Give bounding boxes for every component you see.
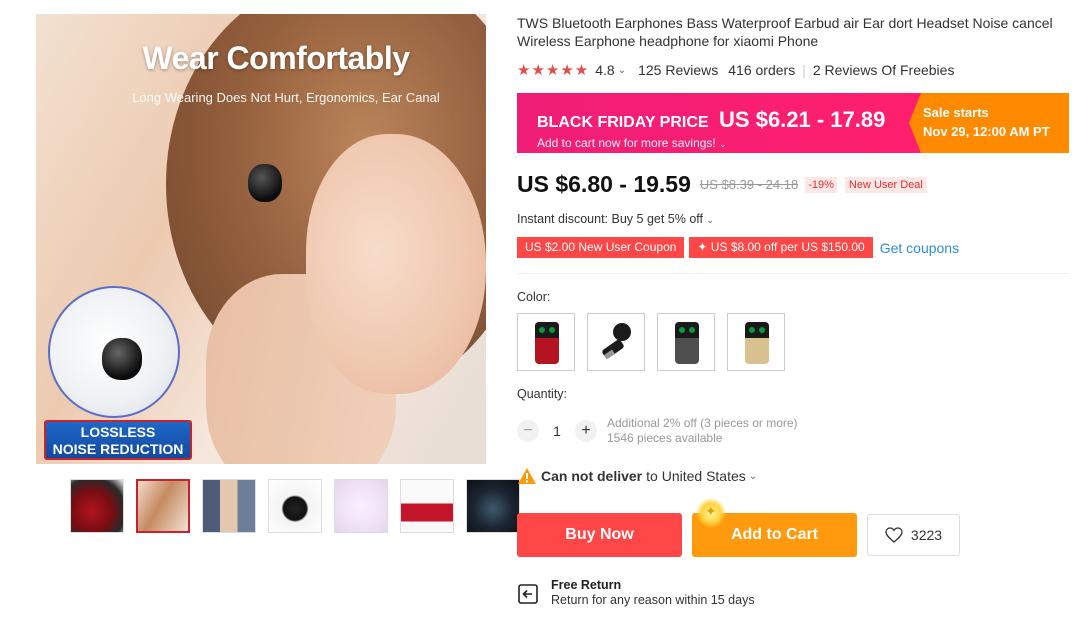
bf-subtext: Add to cart now for more savings! ⌄ [537, 136, 727, 150]
store-coupon[interactable]: ✦ US $8.00 off per US $150.00 [689, 237, 873, 258]
delivery-status[interactable]: Can not deliver to United States ⌄ [517, 467, 757, 485]
rating-value[interactable]: 4.8 [595, 62, 614, 78]
heart-icon [885, 527, 903, 543]
quantity-value[interactable]: 1 [539, 423, 575, 439]
original-price: US $8.39 - 24.18 [699, 177, 799, 192]
color-swatches [517, 313, 785, 371]
image-headline: Wear Comfortably [142, 40, 410, 76]
wishlist-button[interactable]: 3223 [867, 514, 960, 556]
single-earbud-icon [602, 323, 631, 360]
color-option-gold[interactable] [727, 313, 785, 371]
color-option-grey[interactable] [657, 313, 715, 371]
new-user-coupon[interactable]: US $2.00 New User Coupon [517, 237, 685, 258]
section-divider [517, 273, 1069, 274]
sale-starts-label: Sale starts [923, 105, 989, 120]
color-option-red[interactable] [517, 313, 575, 371]
freebie-reviews-link[interactable]: 2 Reviews Of Freebies [813, 62, 955, 78]
price-row: US $6.80 - 19.59 US $8.39 - 24.18 -19% N… [517, 171, 927, 198]
return-icon [518, 584, 538, 604]
chevron-down-icon[interactable]: ⌄ [719, 139, 727, 149]
rating-row: ★★★★★ 4.8 ⌄ 125 Reviews 416 orders | 2 R… [517, 61, 954, 79]
bf-label: BLACK FRIDAY PRICE [537, 114, 709, 131]
free-return-subtitle: Return for any reason within 15 days [551, 593, 755, 607]
thumb-dark-case[interactable] [466, 479, 520, 533]
quantity-decrease-button[interactable]: − [517, 420, 539, 442]
face-shape [306, 134, 486, 394]
wishlist-count: 3223 [910, 527, 943, 543]
additional-off-text: Additional 2% off (3 pieces or more) [607, 416, 798, 430]
divider: | [802, 62, 806, 78]
instant-discount[interactable]: Instant discount: Buy 5 get 5% off ⌄ [517, 212, 714, 226]
deliver-destination: to United States [646, 468, 746, 484]
bf-price-section: BLACK FRIDAY PRICE US $6.21 - 17.89 Add … [517, 93, 921, 153]
get-coupons-link[interactable]: Get coupons [880, 240, 959, 256]
discount-badge: -19% [805, 176, 837, 193]
quantity-stepper: − 1 + Additional 2% off (3 pieces or mor… [517, 416, 798, 446]
thumbnail-strip [70, 479, 520, 533]
color-option-single-earbud[interactable] [587, 313, 645, 371]
black-friday-banner: BLACK FRIDAY PRICE US $6.21 - 17.89 Add … [517, 93, 1069, 153]
earbud-closeup [102, 338, 142, 380]
quantity-increase-button[interactable]: + [575, 420, 597, 442]
free-return-info: Free Return Return for any reason within… [517, 578, 755, 607]
buy-now-button[interactable]: Buy Now [517, 513, 682, 557]
image-subline: Long Wearing Does Not Hurt, Ergonomics, … [132, 90, 440, 105]
orders-count: 416 orders [728, 62, 796, 78]
cannot-deliver-text: Can not deliver [541, 468, 643, 484]
new-user-deal-badge: New User Deal [844, 176, 927, 193]
star-rating-icon[interactable]: ★★★★★ [517, 61, 589, 79]
thumb-red-case[interactable] [70, 479, 124, 533]
earbud-in-ear [248, 164, 282, 202]
noise-reduction-badge: LOSSLESS NOISE REDUCTION [44, 420, 192, 460]
badge-line2: NOISE REDUCTION [52, 441, 184, 457]
thumb-earbud-closeup[interactable] [268, 479, 322, 533]
thumb-features[interactable] [334, 479, 388, 533]
warning-icon [518, 468, 536, 484]
pieces-available: 1546 pieces available [607, 431, 723, 445]
sparkle-icon: ✦ [696, 498, 726, 528]
badge-line1: LOSSLESS [80, 424, 156, 440]
thumb-wear-comfortably[interactable] [136, 479, 190, 533]
free-return-title: Free Return [551, 578, 622, 592]
coupon-row: US $2.00 New User Coupon ✦ US $8.00 off … [517, 237, 959, 258]
product-title: TWS Bluetooth Earphones Bass Waterproof … [517, 15, 1053, 49]
sale-starts-section: Sale starts Nov 29, 12:00 AM PT [909, 93, 1069, 153]
chevron-down-icon[interactable]: ⌄ [706, 215, 714, 225]
sale-starts-date: Nov 29, 12:00 AM PT [923, 124, 1050, 139]
quantity-label: Quantity: [517, 387, 568, 401]
ear-closeup-circle [48, 286, 180, 418]
quantity-info: Additional 2% off (3 pieces or more) 154… [607, 416, 798, 446]
chevron-down-icon[interactable]: ⌄ [749, 471, 757, 482]
bf-price: US $6.21 - 17.89 [719, 107, 886, 132]
reviews-link[interactable]: 125 Reviews [638, 62, 718, 78]
thumb-cases[interactable] [400, 479, 454, 533]
color-label: Color: [517, 290, 551, 304]
thumb-collage[interactable] [202, 479, 256, 533]
chevron-down-icon[interactable]: ⌄ [618, 65, 626, 76]
main-product-image[interactable]: Wear Comfortably Long Wearing Does Not H… [36, 14, 486, 464]
current-price: US $6.80 - 19.59 [517, 171, 691, 197]
